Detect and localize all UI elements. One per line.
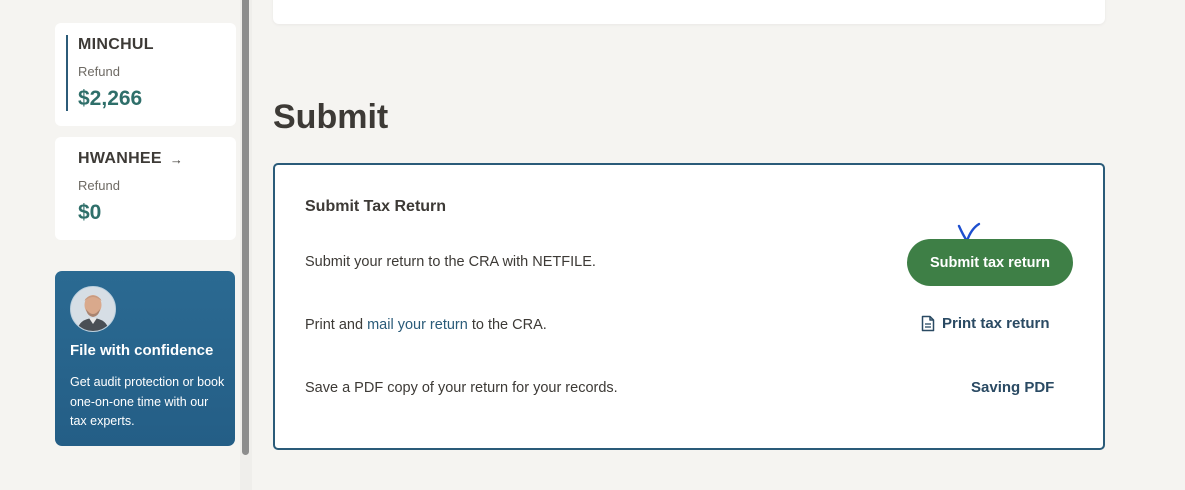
- refund-label: Refund: [78, 64, 120, 79]
- promo-title: File with confidence: [70, 342, 214, 359]
- submit-tax-return-button[interactable]: Submit tax return: [907, 239, 1073, 286]
- expert-avatar: [70, 286, 116, 332]
- saving-pdf-button[interactable]: Saving PDF: [971, 379, 1054, 396]
- sidebar-scrollbar-thumb[interactable]: [242, 0, 249, 455]
- person-name: MINCHUL: [78, 36, 154, 54]
- print-prefix: Print and: [305, 317, 368, 333]
- print-suffix: to the CRA.: [467, 317, 547, 333]
- person-card-minchul[interactable]: MINCHUL Refund $2,266: [55, 23, 236, 126]
- person-card-hwanhee[interactable]: HWANHEE → Refund $0: [55, 137, 236, 240]
- tax-app-page: MINCHUL Refund $2,266 HWANHEE → Refund $…: [0, 0, 1185, 490]
- pdf-description: Save a PDF copy of your return for your …: [305, 380, 618, 396]
- page-title: Submit: [273, 98, 389, 136]
- left-sidebar: MINCHUL Refund $2,266 HWANHEE → Refund $…: [0, 0, 240, 490]
- print-button-label: Print tax return: [942, 315, 1050, 332]
- arrow-right-icon: →: [169, 151, 184, 167]
- refund-amount: $0: [78, 201, 102, 224]
- mail-your-return-link[interactable]: mail your return: [367, 317, 468, 333]
- person-name-text: MINCHUL: [78, 36, 154, 53]
- panel-heading: Submit Tax Return: [305, 198, 447, 215]
- active-indicator: [66, 35, 68, 111]
- refund-amount: $2,266: [78, 87, 143, 110]
- print-description: Print and mail your return to the CRA.: [305, 317, 547, 333]
- person-name-text: HWANHEE: [78, 150, 162, 167]
- submit-tax-return-panel: Submit Tax Return Submit your return to …: [273, 163, 1105, 450]
- refund-label: Refund: [78, 178, 120, 193]
- promo-body: Get audit protection or book one-on-one …: [70, 375, 225, 428]
- print-tax-return-button[interactable]: Print tax return: [921, 315, 1050, 332]
- previous-section-card: [273, 0, 1105, 24]
- document-icon: [921, 315, 935, 332]
- person-name: HWANHEE →: [78, 150, 183, 168]
- file-with-confidence-card[interactable]: File with confidence Get audit protectio…: [55, 271, 235, 446]
- netfile-description: Submit your return to the CRA with NETFI…: [305, 254, 596, 270]
